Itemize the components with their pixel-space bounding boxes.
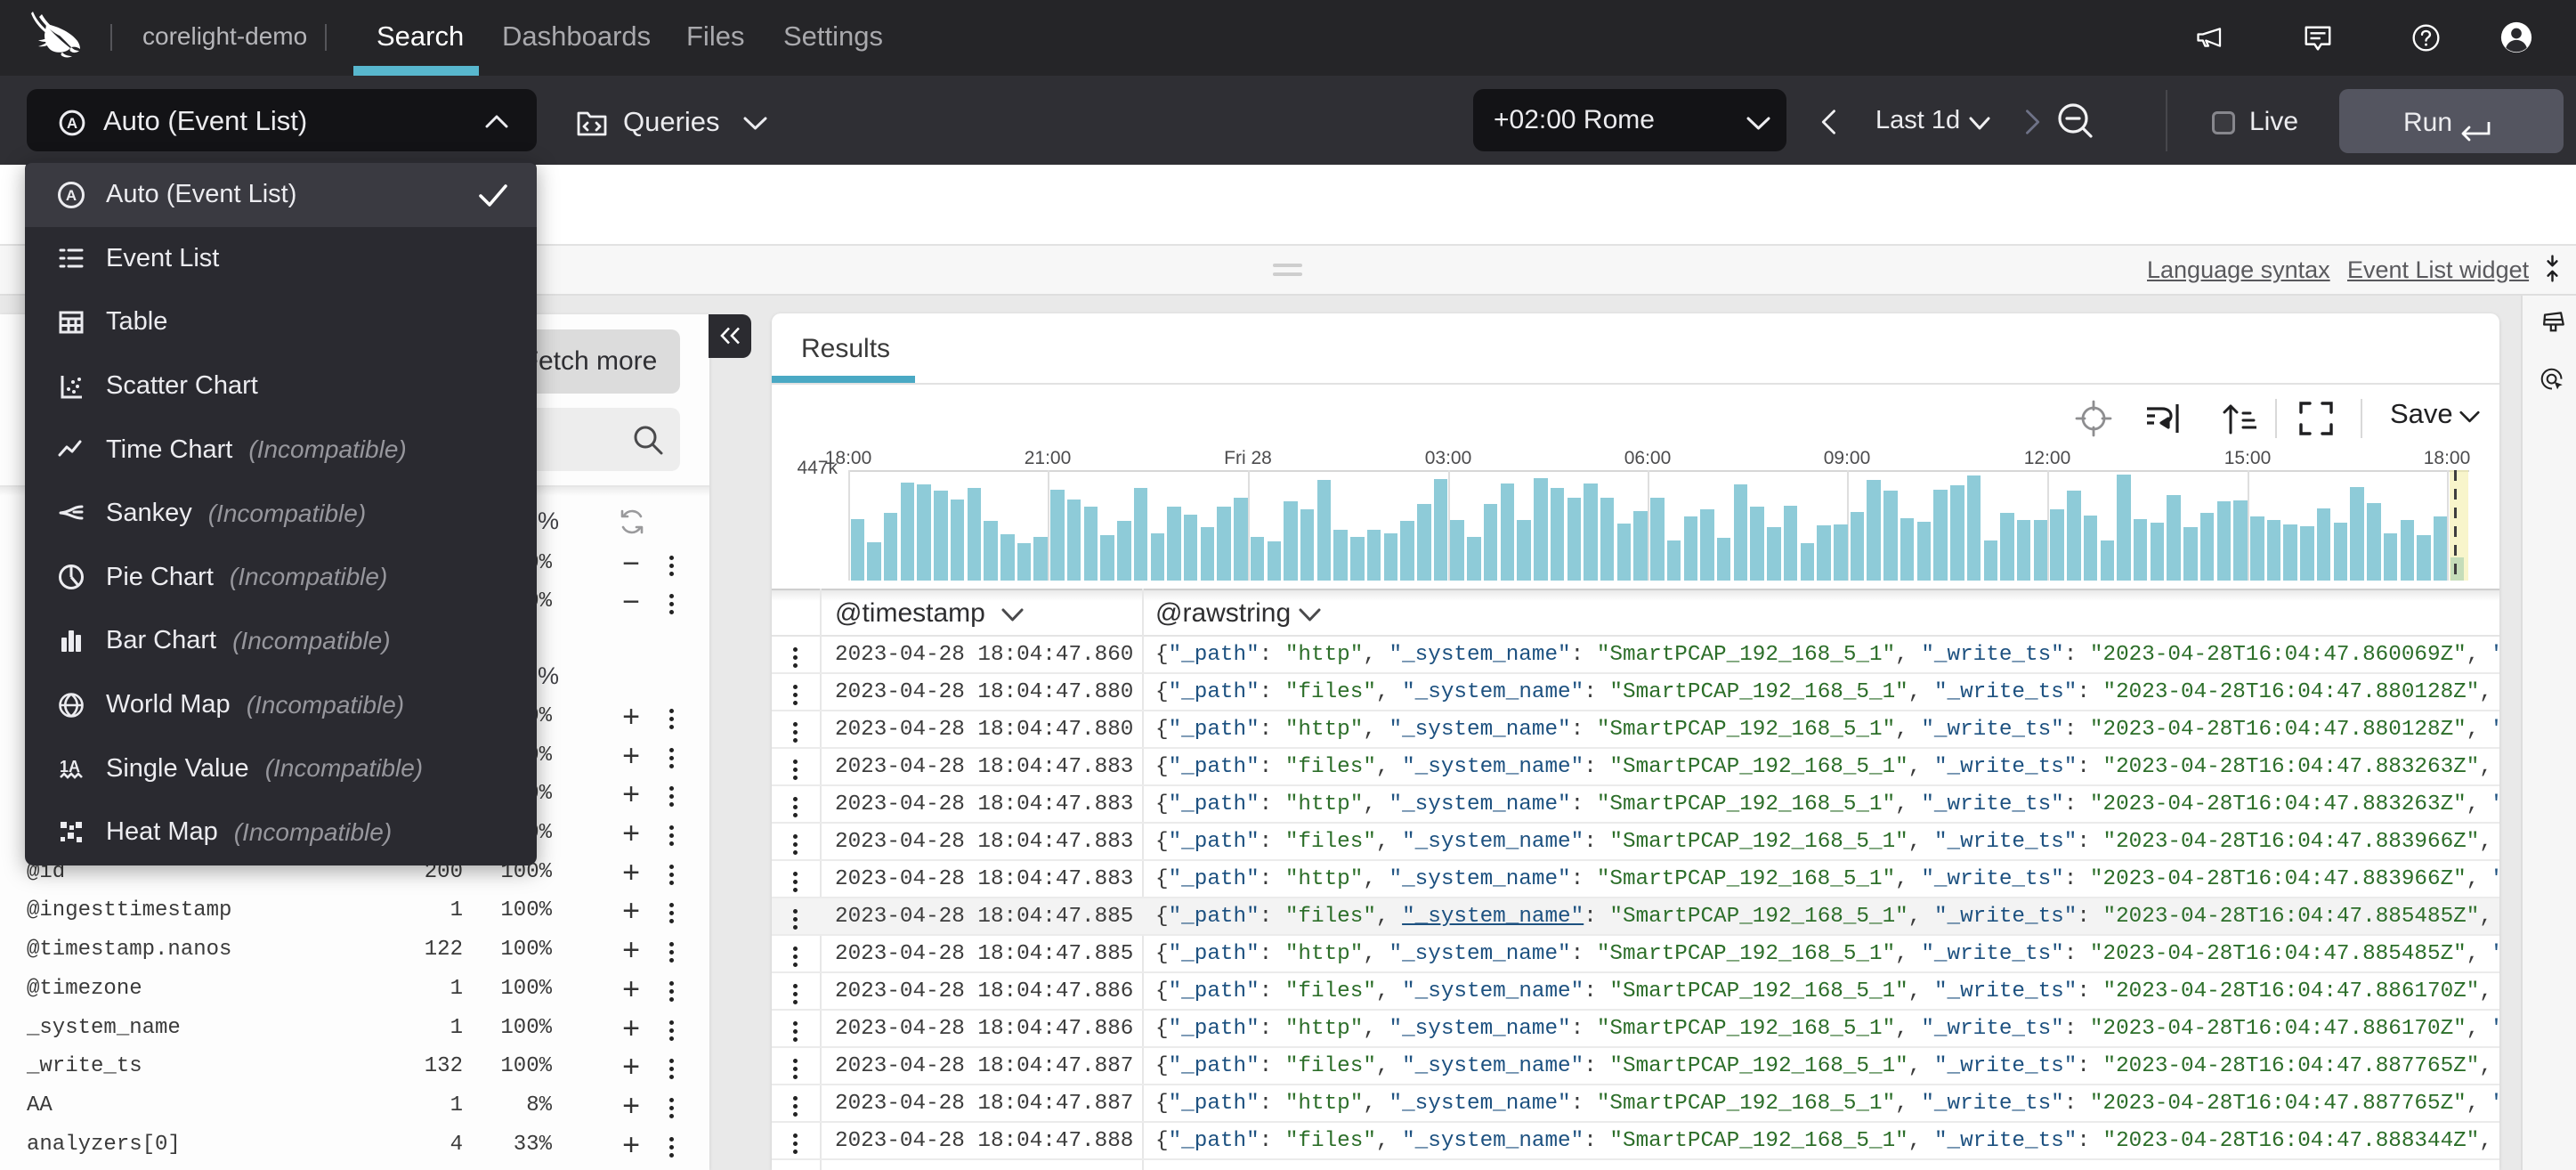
- svg-text:1A: 1A: [60, 758, 80, 776]
- svg-text:A: A: [66, 187, 77, 204]
- svg-text:A: A: [67, 115, 77, 132]
